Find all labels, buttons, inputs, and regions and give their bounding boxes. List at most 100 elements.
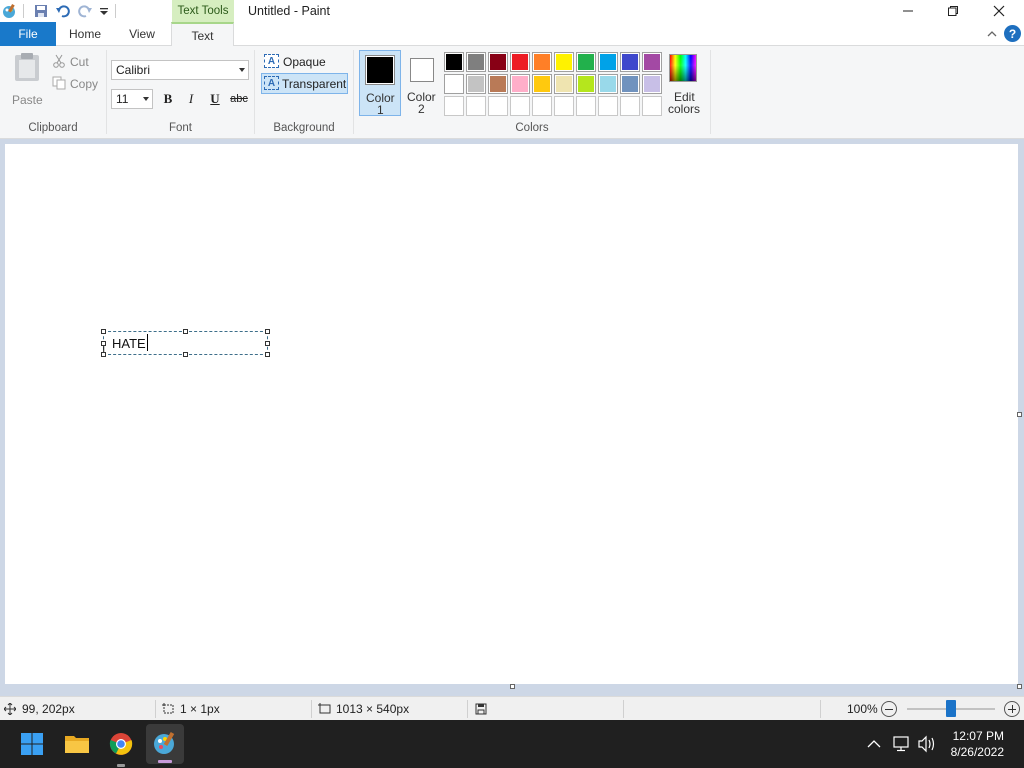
zoom-in-button[interactable] [1004, 701, 1020, 717]
palette-swatch[interactable] [598, 96, 618, 116]
restore-button[interactable] [930, 0, 976, 22]
resize-handle[interactable] [265, 341, 270, 346]
palette-swatch[interactable] [576, 96, 596, 116]
zoom-slider-thumb[interactable] [946, 700, 956, 717]
font-family-select[interactable]: Calibri [111, 60, 249, 80]
status-separator [467, 700, 468, 718]
canvas-text: HATE [112, 336, 146, 351]
palette-swatch[interactable] [532, 74, 552, 94]
palette-swatch[interactable] [598, 52, 618, 72]
resize-handle[interactable] [183, 352, 188, 357]
resize-handle[interactable] [265, 352, 270, 357]
palette-swatch[interactable] [466, 52, 486, 72]
palette-swatch[interactable] [642, 52, 662, 72]
chrome-button[interactable] [106, 729, 136, 759]
palette-swatch-fill [644, 54, 660, 70]
strikethrough-button[interactable]: abc [228, 90, 250, 108]
text-tools-context-label: Text Tools [172, 0, 234, 22]
cursor-position-icon [4, 703, 16, 715]
redo-icon[interactable] [77, 3, 93, 19]
save-icon[interactable] [33, 3, 49, 19]
window-title: Untitled - Paint [248, 4, 330, 18]
font-size-select[interactable]: 11 [111, 89, 153, 109]
volume-button[interactable] [917, 735, 937, 753]
image-size-icon [318, 703, 331, 714]
paint-taskbar-button[interactable] [146, 724, 184, 764]
colors-group-label: Colors [515, 122, 549, 134]
underline-button[interactable]: U [205, 90, 225, 108]
palette-swatch[interactable] [488, 52, 508, 72]
tab-view[interactable]: View [114, 22, 170, 46]
palette-swatch[interactable] [488, 74, 508, 94]
font-size-value: 11 [116, 92, 129, 106]
palette-swatch[interactable] [510, 96, 530, 116]
palette-swatch[interactable] [620, 96, 640, 116]
palette-swatch[interactable] [466, 96, 486, 116]
palette-swatch[interactable] [576, 52, 596, 72]
palette-swatch[interactable] [576, 74, 596, 94]
minimize-ribbon-icon[interactable] [985, 27, 999, 41]
italic-button[interactable]: I [181, 90, 201, 108]
resize-handle[interactable] [265, 329, 270, 334]
tab-text[interactable]: Text [171, 22, 234, 47]
palette-swatch[interactable] [554, 74, 574, 94]
palette-swatch[interactable] [532, 96, 552, 116]
opaque-button[interactable]: A Opaque [261, 52, 349, 71]
palette-swatch[interactable] [444, 52, 464, 72]
color2-swatch [410, 58, 434, 82]
drawing-canvas[interactable]: | HATE [5, 144, 1018, 684]
transparent-button[interactable]: A Transparent [261, 73, 348, 94]
bold-button[interactable]: B [158, 90, 178, 108]
paste-button[interactable]: Paste [6, 50, 46, 107]
palette-swatch[interactable] [554, 52, 574, 72]
customize-qat-icon[interactable] [96, 3, 112, 19]
palette-swatch[interactable] [532, 52, 552, 72]
palette-swatch[interactable] [598, 74, 618, 94]
canvas-resize-handle-right[interactable] [1017, 412, 1022, 417]
show-hidden-icons-button[interactable] [867, 738, 881, 750]
palette-swatch[interactable] [642, 74, 662, 94]
color2-button[interactable]: Color 2 [403, 50, 443, 116]
resize-handle[interactable] [183, 329, 188, 334]
ribbon-tab-row: File Home View Text ? [0, 22, 1024, 47]
palette-swatch[interactable] [466, 74, 486, 94]
minimize-button[interactable] [885, 0, 931, 22]
resize-handle[interactable] [101, 329, 106, 334]
status-separator [623, 700, 624, 718]
network-button[interactable] [892, 735, 910, 753]
palette-swatch[interactable] [488, 96, 508, 116]
palette-swatch[interactable] [444, 96, 464, 116]
status-separator [311, 700, 312, 718]
qat-separator [23, 4, 24, 18]
undo-icon[interactable] [55, 3, 71, 19]
text-input-box[interactable]: | HATE [101, 329, 270, 357]
cut-button[interactable]: Cut [52, 53, 102, 71]
paint-app-icon[interactable] [1, 3, 17, 19]
close-button[interactable] [976, 0, 1022, 22]
resize-handle[interactable] [101, 352, 106, 357]
edit-colors-button[interactable]: Edit colors [666, 50, 704, 116]
resize-handle[interactable] [101, 341, 106, 346]
palette-swatch[interactable] [620, 74, 640, 94]
canvas-resize-handle-bottom[interactable] [510, 684, 515, 689]
palette-swatch[interactable] [510, 52, 530, 72]
palette-swatch[interactable] [444, 74, 464, 94]
tab-home[interactable]: Home [56, 22, 114, 46]
palette-swatch[interactable] [554, 96, 574, 116]
zoom-out-button[interactable] [881, 701, 897, 717]
color1-button[interactable]: Color 1 [359, 50, 401, 117]
help-icon[interactable]: ? [1004, 25, 1021, 42]
chevron-up-icon [867, 740, 881, 748]
system-clock[interactable]: 12:07 PM 8/26/2022 [951, 728, 1004, 760]
tab-file[interactable]: File [0, 22, 56, 46]
palette-swatch-fill [622, 76, 638, 92]
canvas-resize-handle-corner[interactable] [1017, 684, 1022, 689]
color2-number: 2 [418, 102, 425, 116]
palette-swatch[interactable] [510, 74, 530, 94]
chevron-down-icon [143, 97, 149, 101]
start-button[interactable] [17, 729, 47, 759]
palette-swatch[interactable] [642, 96, 662, 116]
palette-swatch[interactable] [620, 52, 640, 72]
copy-button[interactable]: Copy [52, 75, 102, 93]
file-explorer-button[interactable] [62, 729, 92, 759]
